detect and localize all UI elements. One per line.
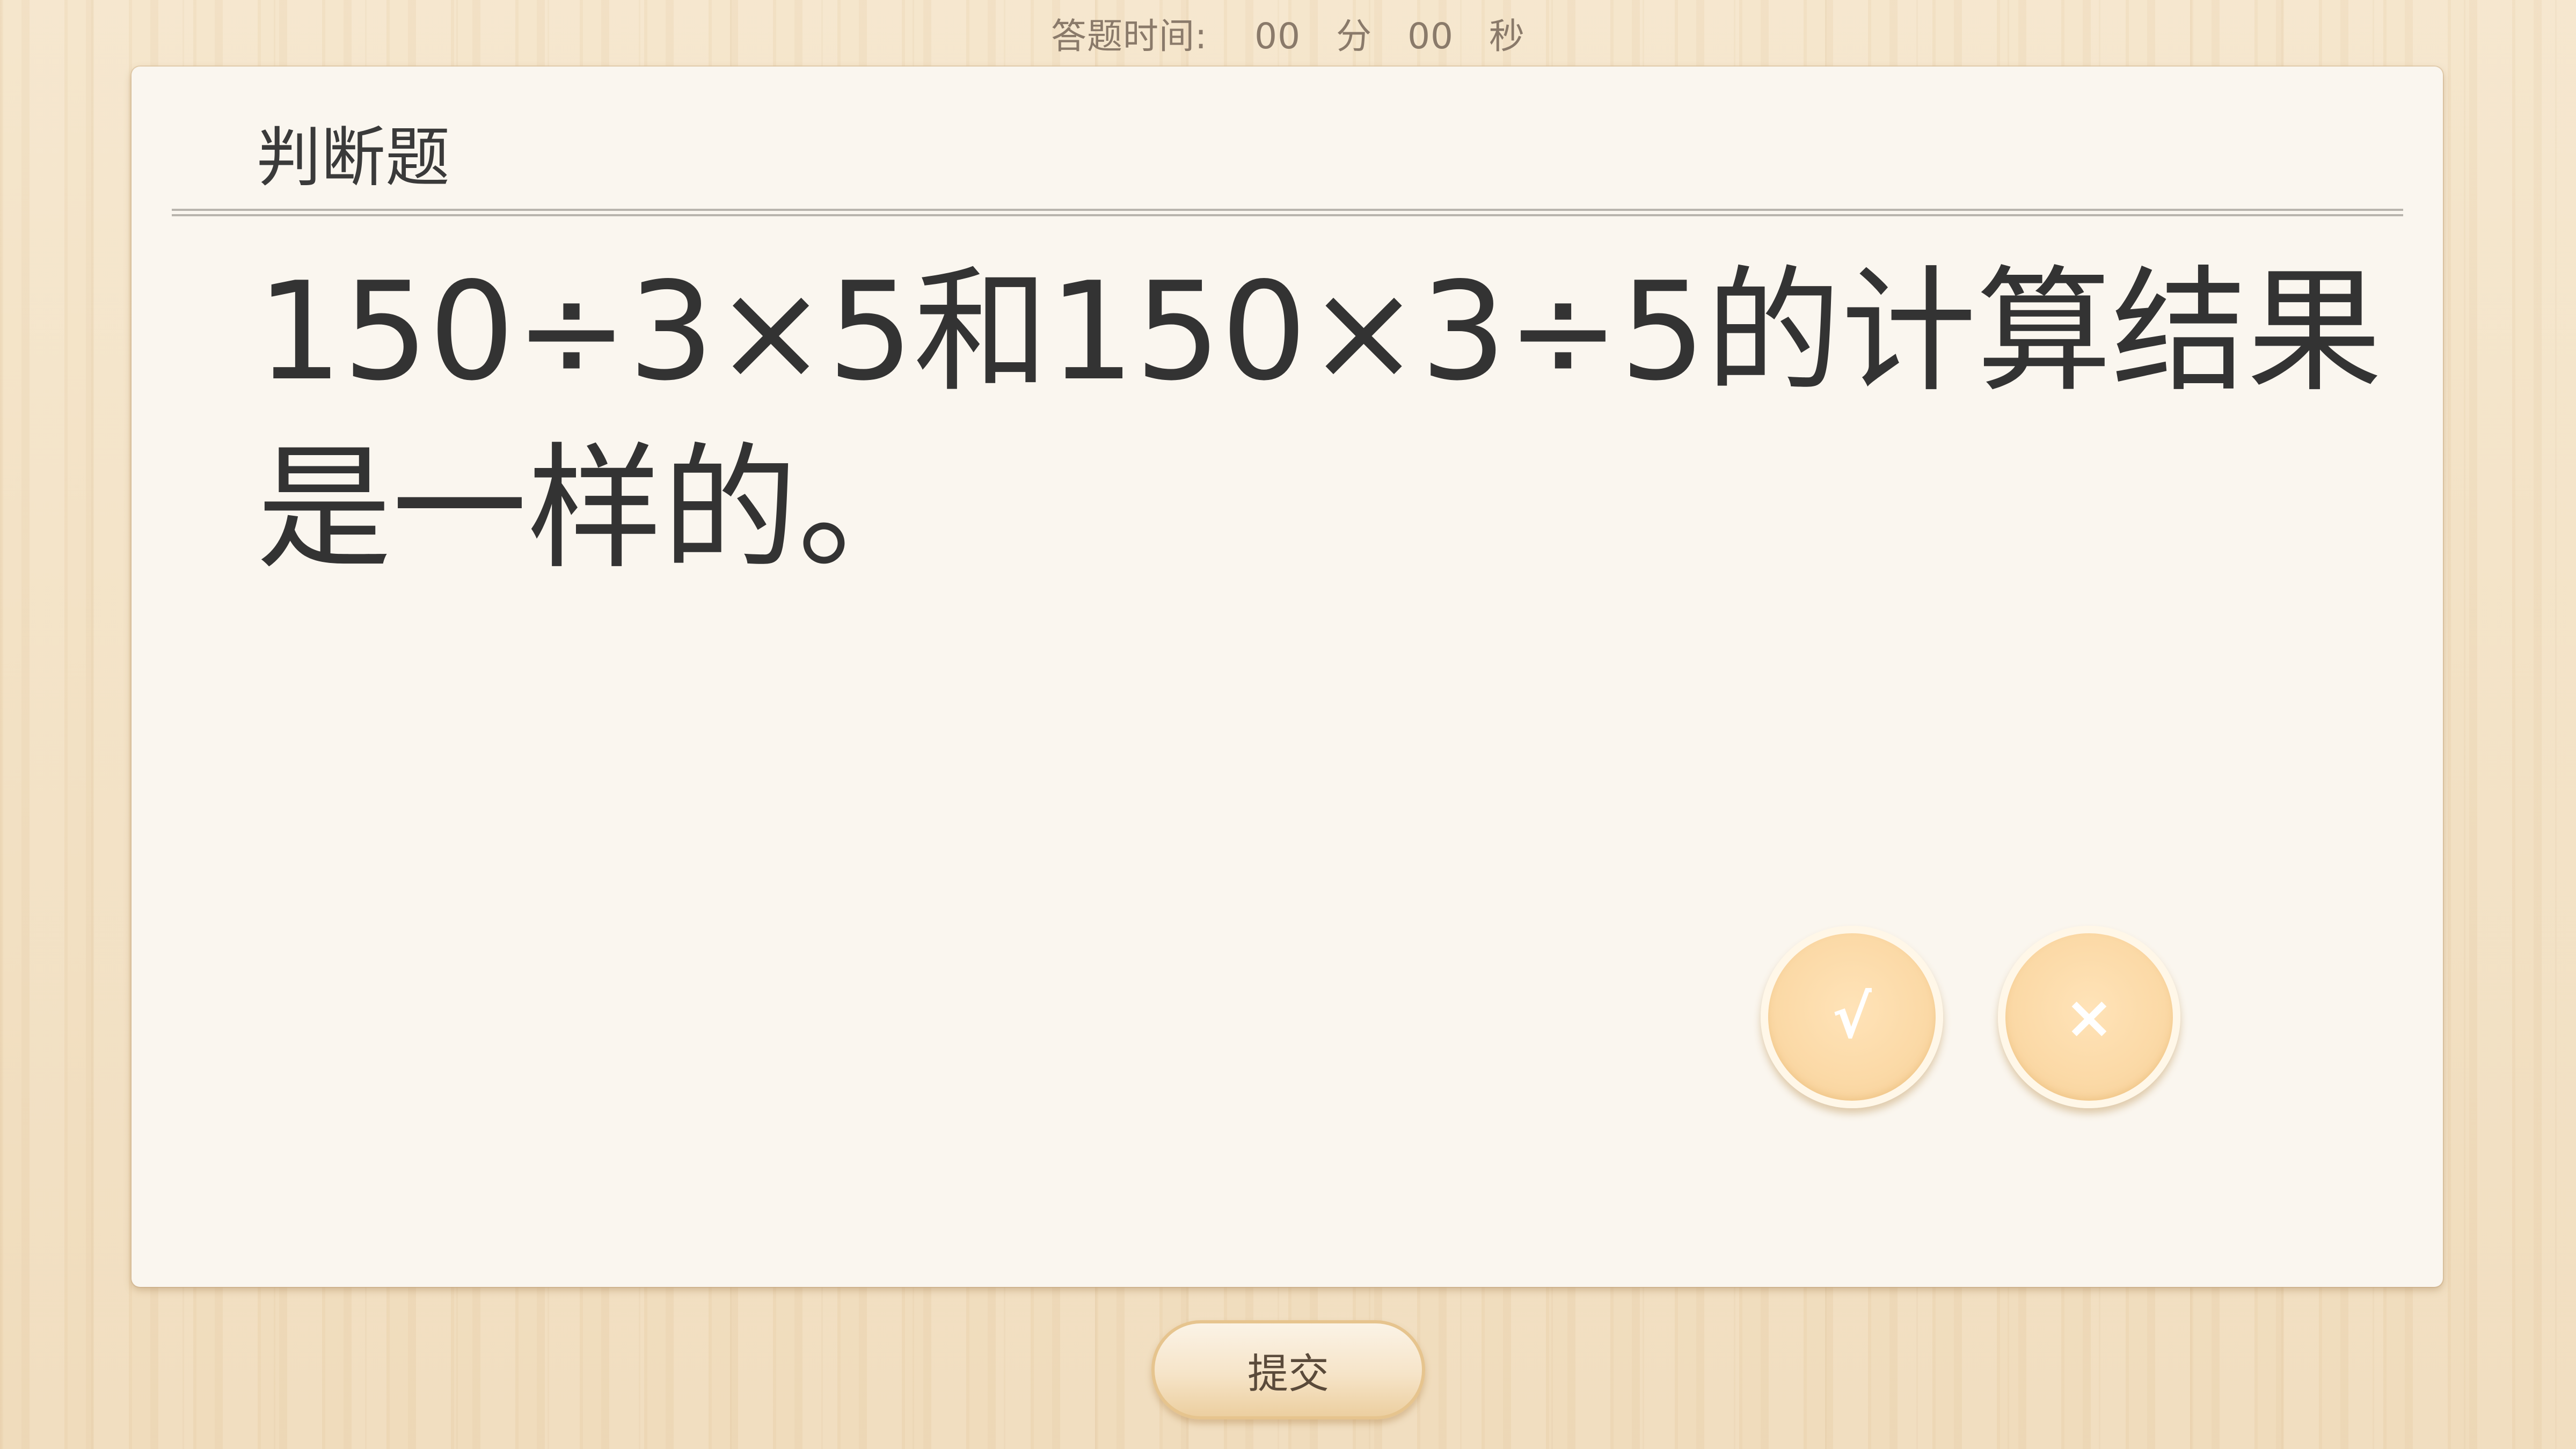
timer-minutes-unit: 分: [1336, 16, 1373, 57]
title-divider: [172, 209, 2403, 216]
cross-icon: ×: [2064, 983, 2114, 1051]
timer-minutes: 00: [1254, 16, 1301, 57]
timer-seconds-unit: 秒: [1489, 16, 1525, 57]
question-text: 150÷3×5和150×3÷5的计算结果是一样的。: [257, 253, 2382, 588]
submit-button[interactable]: 提交: [1151, 1320, 1425, 1419]
check-icon: √: [1832, 983, 1872, 1051]
timer-label: 答题时间:: [1050, 16, 1208, 57]
answer-false-button[interactable]: ×: [1998, 926, 2180, 1108]
answer-true-button[interactable]: √: [1761, 926, 1943, 1108]
answer-timer: 答题时间: 00 分 00 秒: [0, 8, 2576, 59]
submit-label: 提交: [1247, 1349, 1329, 1397]
timer-seconds: 00: [1407, 16, 1454, 57]
question-type-title: 判断题: [257, 121, 450, 195]
